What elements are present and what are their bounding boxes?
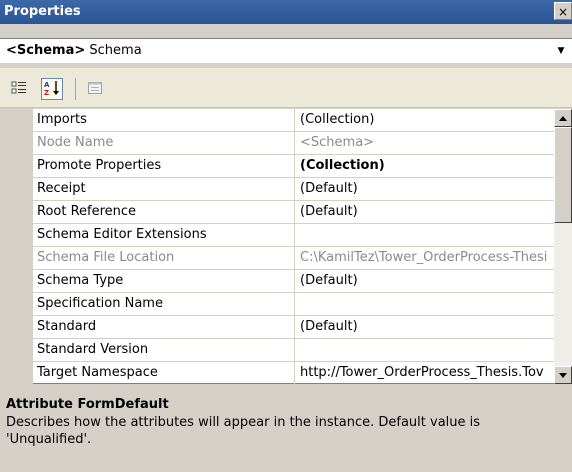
alphabetical-button[interactable]: A Z	[41, 78, 63, 100]
property-name: Schema File Location	[33, 247, 295, 269]
property-row[interactable]: Schema File Location C:\KamilTez\Tower_O…	[33, 247, 554, 270]
property-pages-button[interactable]	[84, 78, 106, 100]
property-value[interactable]: (Default)	[296, 270, 554, 292]
object-selector[interactable]: <Schema> Schema ▼	[0, 38, 572, 64]
description-text: Describes how the attributes will appear…	[6, 415, 481, 447]
scroll-down-button[interactable]	[554, 366, 572, 384]
vertical-scrollbar[interactable]	[554, 109, 572, 384]
categorized-icon	[11, 80, 27, 99]
property-grid: Imports (Collection) Node Name <Schema> …	[0, 109, 572, 385]
property-value[interactable]	[296, 339, 554, 361]
close-button[interactable]: ×	[554, 2, 572, 20]
property-name: Imports	[33, 109, 295, 131]
properties-window: Properties × <Schema> Schema ▼ A Z Impor…	[0, 0, 572, 472]
property-value[interactable]: (Default)	[296, 316, 554, 338]
property-row[interactable]: Schema Type (Default)	[33, 270, 554, 293]
object-name: Schema	[89, 43, 142, 58]
property-name: Node Name	[33, 132, 295, 154]
svg-text:Z: Z	[44, 89, 49, 97]
categorized-button[interactable]	[8, 78, 30, 100]
property-row[interactable]: Target Namespace http://Tower_OrderProce…	[33, 362, 554, 385]
property-name: Target Namespace	[33, 362, 295, 384]
property-row[interactable]: Schema Editor Extensions	[33, 224, 554, 247]
property-value[interactable]: (Collection)	[296, 109, 554, 131]
property-value[interactable]	[296, 224, 554, 246]
arrow-up-icon	[559, 115, 567, 121]
property-value[interactable]: http://Tower_OrderProcess_Thesis.Tov	[296, 362, 554, 384]
property-name: Schema Type	[33, 270, 295, 292]
property-name: Promote Properties	[33, 155, 295, 177]
description-title: Attribute FormDefault	[6, 397, 169, 412]
toolbar: A Z	[0, 68, 572, 108]
property-row[interactable]: Promote Properties (Collection)	[33, 155, 554, 178]
property-value[interactable]: (Default)	[296, 201, 554, 223]
window-title: Properties	[4, 4, 81, 19]
property-row[interactable]: Receipt (Default)	[33, 178, 554, 201]
property-value[interactable]: C:\KamilTez\Tower_OrderProcess-Thesi	[296, 247, 554, 269]
property-name: Specification Name	[33, 293, 295, 315]
chevron-down-icon[interactable]: ▼	[554, 39, 568, 63]
scroll-up-button[interactable]	[554, 109, 572, 127]
property-row[interactable]: Standard (Default)	[33, 316, 554, 339]
property-row[interactable]: Node Name <Schema>	[33, 132, 554, 155]
property-row[interactable]: Standard Version	[33, 339, 554, 362]
property-value[interactable]: (Default)	[296, 178, 554, 200]
scroll-thumb[interactable]	[554, 127, 572, 223]
property-name: Receipt	[33, 178, 295, 200]
property-name: Standard Version	[33, 339, 295, 361]
object-type: <Schema>	[6, 43, 86, 58]
property-value[interactable]: (Collection)	[296, 155, 554, 177]
property-name: Schema Editor Extensions	[33, 224, 295, 246]
property-name: Standard	[33, 316, 295, 338]
svg-text:A: A	[44, 81, 50, 89]
grid-gutter	[0, 109, 33, 384]
arrow-down-icon	[559, 372, 567, 378]
property-name: Root Reference	[33, 201, 295, 223]
description-panel: Attribute FormDefault Describes how the …	[0, 390, 572, 472]
alphabetical-icon: A Z	[43, 79, 61, 100]
property-row[interactable]: Root Reference (Default)	[33, 201, 554, 224]
property-pages-icon	[87, 80, 103, 99]
property-value[interactable]: <Schema>	[296, 132, 554, 154]
property-row[interactable]: Specification Name	[33, 293, 554, 316]
property-row[interactable]: Imports (Collection)	[33, 109, 554, 132]
title-bar: Properties ×	[0, 0, 572, 24]
toolbar-separator	[75, 78, 76, 100]
property-value[interactable]	[296, 293, 554, 315]
